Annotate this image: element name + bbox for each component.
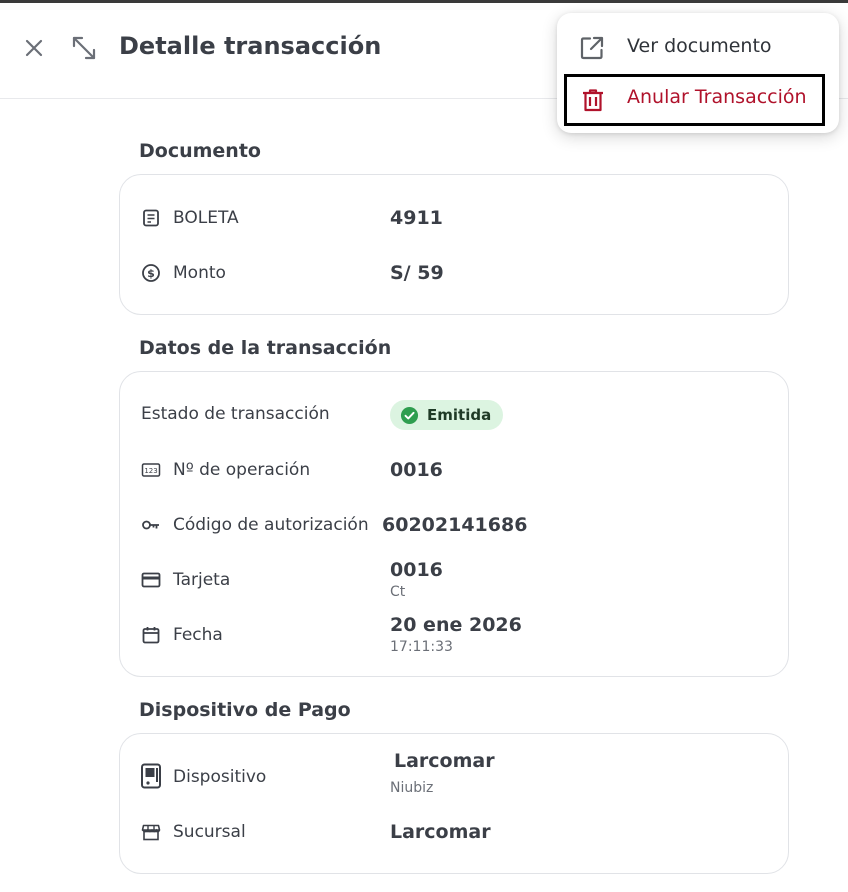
fecha-label: Fecha bbox=[173, 625, 223, 645]
estado-label: Estado de transacción bbox=[141, 404, 330, 424]
tarjeta-label: Tarjeta bbox=[173, 570, 231, 590]
close-button[interactable] bbox=[19, 33, 49, 63]
monto-label: Monto bbox=[173, 263, 226, 283]
sucursal-value: Larcomar bbox=[390, 821, 491, 843]
transaction-detail-panel: Detalle transacción Documento BOLETA 491… bbox=[0, 3, 848, 892]
calendar-icon bbox=[142, 627, 160, 644]
row-dispositivo: Dispositivo Larcomar Niubiz bbox=[120, 750, 788, 797]
menu-item-ver-documento[interactable]: Ver documento bbox=[557, 23, 839, 71]
boleta-label: BOLETA bbox=[173, 208, 239, 228]
sucursal-label: Sucursal bbox=[173, 822, 246, 842]
key-icon bbox=[142, 520, 159, 530]
operacion-label: Nº de operación bbox=[173, 460, 311, 480]
store-icon bbox=[141, 824, 161, 841]
credit-card-icon bbox=[141, 572, 161, 588]
section-title-documento: Documento bbox=[139, 140, 261, 162]
page-title: Detalle transacción bbox=[119, 32, 382, 60]
operacion-value: 0016 bbox=[390, 459, 443, 481]
svg-text:$: $ bbox=[147, 267, 155, 280]
row-autorizacion: Código de autorización 60202141686 bbox=[120, 505, 788, 545]
row-monto: $ Monto S/ 59 bbox=[120, 253, 788, 293]
receipt-icon bbox=[143, 209, 159, 227]
svg-text:123: 123 bbox=[144, 467, 157, 475]
ver-documento-label: Ver documento bbox=[627, 35, 772, 57]
open-in-new-icon bbox=[580, 36, 604, 60]
card-documento: BOLETA 4911 $ Monto S/ 59 bbox=[119, 174, 789, 315]
check-circle-icon bbox=[400, 406, 419, 424]
pos-terminal-icon bbox=[141, 763, 161, 789]
card-transaccion: Estado de transacción Emitida 123 Nº de … bbox=[119, 371, 789, 677]
row-estado: Estado de transacción Emitida bbox=[120, 399, 788, 439]
menu-item-anular-transaccion[interactable]: Anular Transacción bbox=[564, 74, 825, 126]
row-sucursal: Sucursal Larcomar bbox=[120, 812, 788, 852]
dollar-circle-icon: $ bbox=[142, 264, 160, 282]
autorizacion-value: 60202141686 bbox=[382, 514, 528, 536]
tarjeta-sub: Ct bbox=[390, 584, 406, 600]
status-badge: Emitida bbox=[390, 400, 504, 430]
section-title-dispositivo: Dispositivo de Pago bbox=[139, 699, 351, 721]
row-fecha: Fecha 20 ene 2026 17:11:33 bbox=[120, 614, 788, 655]
expand-button[interactable] bbox=[69, 33, 99, 63]
tarjeta-value: 0016 bbox=[390, 559, 443, 581]
trash-icon bbox=[583, 89, 603, 112]
section-title-transaccion: Datos de la transacción bbox=[139, 337, 392, 359]
expand-diagonal-icon bbox=[72, 36, 96, 60]
numeric-123-icon: 123 bbox=[141, 463, 161, 477]
fecha-sub: 17:11:33 bbox=[390, 639, 453, 655]
anular-transaccion-label: Anular Transacción bbox=[627, 86, 807, 108]
row-tarjeta: Tarjeta 0016 Ct bbox=[120, 559, 788, 600]
actions-menu: Ver documento Anular Transacción bbox=[557, 13, 839, 133]
autorizacion-label: Código de autorización bbox=[173, 515, 369, 535]
fecha-value: 20 ene 2026 bbox=[390, 614, 522, 636]
boleta-value: 4911 bbox=[390, 207, 443, 229]
row-boleta: BOLETA 4911 bbox=[120, 198, 788, 238]
dispositivo-sub: Niubiz bbox=[390, 780, 434, 796]
close-icon bbox=[25, 39, 43, 57]
row-operacion: 123 Nº de operación 0016 bbox=[120, 450, 788, 490]
dispositivo-label: Dispositivo bbox=[173, 767, 267, 787]
card-dispositivo: Dispositivo Larcomar Niubiz Sucursal Lar… bbox=[119, 733, 789, 874]
monto-value: S/ 59 bbox=[390, 262, 444, 284]
dispositivo-value: Larcomar bbox=[394, 750, 495, 772]
status-badge-label: Emitida bbox=[427, 406, 492, 424]
